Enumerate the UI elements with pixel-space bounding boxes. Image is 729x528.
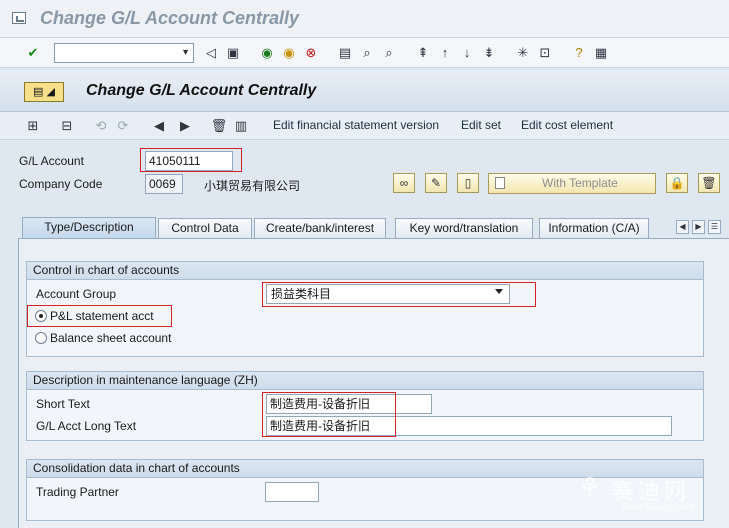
trading-partner-label: Trading Partner bbox=[36, 485, 119, 499]
watermark: ⚘ 赛迪网 www.91sap.com bbox=[572, 468, 722, 524]
help-icon[interactable]: ? bbox=[570, 44, 588, 62]
print-icon[interactable]: ▤ bbox=[336, 44, 354, 62]
next-page-icon[interactable]: ↓ bbox=[458, 44, 476, 62]
template-icon bbox=[495, 177, 505, 189]
with-template-button[interactable]: With Template bbox=[488, 173, 656, 194]
back-arrow-icon[interactable]: ◁ bbox=[202, 44, 220, 62]
tab-create-bank-interest[interactable]: Create/bank/interest bbox=[254, 218, 386, 238]
display-change-icon[interactable]: ⟲ bbox=[92, 117, 110, 135]
new-document-icon[interactable]: ▯ bbox=[457, 173, 479, 193]
balance-sheet-radio[interactable] bbox=[35, 332, 47, 344]
watermark-url: www.91sap.com bbox=[622, 502, 695, 513]
cancel-icon[interactable]: ⊗ bbox=[302, 44, 320, 62]
hierarchy-icon[interactable]: ⊟ bbox=[58, 117, 76, 135]
highlight-account-group bbox=[262, 282, 536, 307]
short-text-label: Short Text bbox=[36, 397, 90, 411]
lock-icon[interactable]: 🔒 bbox=[666, 173, 688, 193]
long-text-label: G/L Acct Long Text bbox=[36, 419, 137, 433]
find-next-icon[interactable]: ⌕ bbox=[380, 44, 398, 62]
refresh-icon[interactable]: ⟳ bbox=[114, 117, 132, 135]
edit-set-button[interactable]: Edit set bbox=[461, 118, 501, 132]
new-session-icon[interactable]: ✳ bbox=[514, 44, 532, 62]
shortcut-icon[interactable]: ⊡ bbox=[536, 44, 554, 62]
gl-account-label: G/L Account bbox=[19, 154, 84, 168]
window-title: Change G/L Account Centrally bbox=[40, 8, 300, 28]
pencil-icon[interactable]: ✎ bbox=[425, 173, 447, 193]
first-page-icon[interactable]: ⇞ bbox=[414, 44, 432, 62]
glasses-icon[interactable]: ∞ bbox=[393, 173, 415, 193]
tab-type-description[interactable]: Type/Description bbox=[22, 217, 156, 238]
window-titlebar: Change G/L Account Centrally bbox=[0, 0, 729, 38]
exit-icon[interactable] bbox=[12, 12, 26, 24]
menu-button[interactable]: ▤ ◢ bbox=[24, 82, 64, 102]
previous-icon[interactable]: ◀ bbox=[150, 117, 168, 135]
company-code-label: Company Code bbox=[19, 177, 103, 191]
document-icon[interactable]: ▥ bbox=[232, 117, 250, 135]
command-field[interactable]: ▼ bbox=[54, 43, 194, 63]
balance-sheet-label: Balance sheet account bbox=[50, 331, 172, 345]
tab-scroll-right-icon[interactable]: ▶ bbox=[692, 220, 705, 234]
highlight-gl-account bbox=[140, 148, 242, 172]
edit-fs-version-button[interactable]: Edit financial statement version bbox=[273, 118, 439, 132]
exit-icon[interactable]: ◉ bbox=[280, 44, 298, 62]
description-group-title: Description in maintenance language (ZH) bbox=[27, 372, 703, 390]
last-page-icon[interactable]: ⇟ bbox=[480, 44, 498, 62]
watermark-logo-icon: ⚘ bbox=[578, 472, 602, 502]
next-icon[interactable]: ▶ bbox=[176, 117, 194, 135]
company-name: 小琪贸易有限公司 bbox=[204, 179, 301, 193]
tab-list-icon[interactable]: ☰ bbox=[708, 220, 721, 234]
page-title: Change G/L Account Centrally bbox=[86, 82, 317, 99]
back-icon[interactable]: ◉ bbox=[258, 44, 276, 62]
edit-cost-element-button[interactable]: Edit cost element bbox=[521, 118, 613, 132]
trash-icon[interactable]: 🗑 bbox=[698, 173, 720, 193]
save-icon[interactable]: ▣ bbox=[224, 44, 242, 62]
chevron-down-icon[interactable]: ▼ bbox=[181, 47, 190, 57]
company-code-input[interactable]: 0069 bbox=[145, 174, 183, 194]
tab-control-data[interactable]: Control Data bbox=[158, 218, 252, 238]
tab-key-word-translation[interactable]: Key word/translation bbox=[395, 218, 533, 238]
tab-scroll-left-icon[interactable]: ◀ bbox=[676, 220, 689, 234]
enter-icon[interactable]: ✔ bbox=[24, 44, 42, 62]
highlight-description bbox=[262, 392, 396, 437]
other-object-icon[interactable]: ⊞ bbox=[24, 117, 42, 135]
previous-page-icon[interactable]: ↑ bbox=[436, 44, 454, 62]
find-icon[interactable]: ⌕ bbox=[358, 44, 376, 62]
highlight-pl-statement bbox=[27, 305, 172, 327]
account-group-label: Account Group bbox=[36, 287, 117, 301]
layout-menu-icon[interactable]: ▦ bbox=[592, 44, 610, 62]
control-group-title: Control in chart of accounts bbox=[27, 262, 703, 280]
delete-icon[interactable]: 🗑 bbox=[210, 117, 228, 135]
trading-partner-input[interactable] bbox=[265, 482, 319, 502]
tab-information-ca[interactable]: Information (C/A) bbox=[539, 218, 649, 238]
